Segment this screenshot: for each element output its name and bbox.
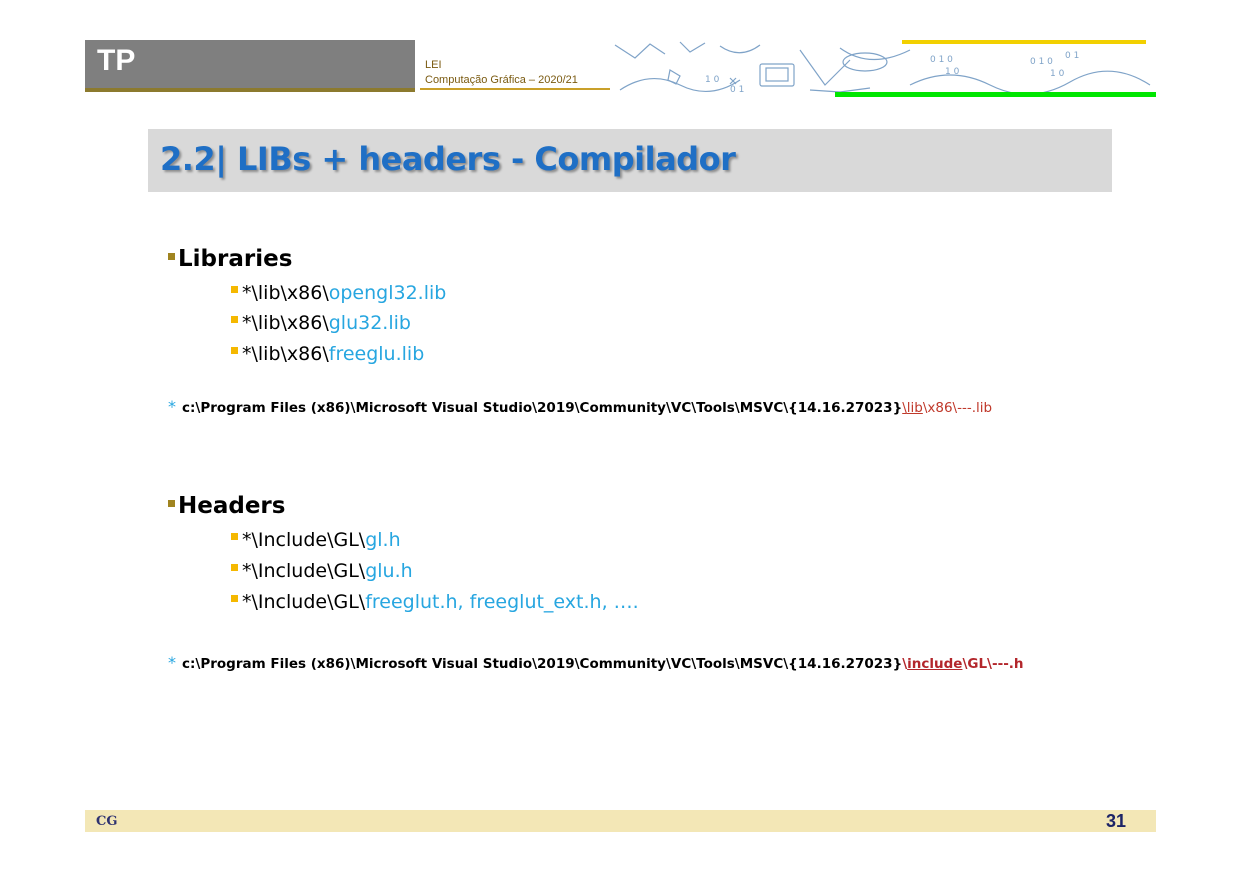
libraries-item: *\lib\x86\freeglu.lib xyxy=(231,343,424,365)
libraries-heading: Libraries xyxy=(168,246,292,272)
libraries-path-note: * c:\Program Files (x86)\Microsoft Visual… xyxy=(168,397,993,416)
libraries-item: *\lib\x86\opengl32.lib xyxy=(231,282,446,304)
svg-text:0 1: 0 1 xyxy=(730,85,744,95)
svg-text:1 0: 1 0 xyxy=(705,75,720,85)
header-course-underline xyxy=(420,88,610,90)
header-lei: LEI xyxy=(425,59,442,71)
headers-heading: Headers xyxy=(168,493,285,519)
bullet-square-icon xyxy=(231,595,238,602)
headers-path-note: * c:\Program Files (x86)\Microsoft Visual… xyxy=(168,653,1024,672)
bullet-square-icon xyxy=(231,286,238,293)
slide-title: 2.2| LIBs + headers - Compilador xyxy=(160,140,736,178)
page-number: 31 xyxy=(1106,811,1127,831)
header-tp-underline xyxy=(85,88,415,92)
header-sketch-illustration: 1 0 0 1 0 1 0 1 0 0 1 0 1 0 0 1 xyxy=(614,41,1151,95)
svg-text:1 0: 1 0 xyxy=(1050,69,1065,79)
svg-text:0 1 0: 0 1 0 xyxy=(1030,57,1053,67)
svg-text:1 0: 1 0 xyxy=(945,67,960,77)
bullet-square-icon xyxy=(168,253,175,260)
header-yellow-line xyxy=(902,40,1146,44)
headers-item: *\Include\GL\glu.h xyxy=(231,560,413,582)
bullet-square-icon xyxy=(231,533,238,540)
svg-text:0 1: 0 1 xyxy=(1065,51,1079,61)
bullet-square-icon xyxy=(231,316,238,323)
header-course: Computação Gráfica – 2020/21 xyxy=(425,74,578,86)
header-tp-label: TP xyxy=(97,44,136,77)
headers-item: *\Include\GL\gl.h xyxy=(231,529,401,551)
footer-course-code: CG xyxy=(96,814,118,829)
svg-text:0 1 0: 0 1 0 xyxy=(930,55,953,65)
bullet-square-icon xyxy=(231,564,238,571)
footer-bar xyxy=(85,810,1156,832)
headers-item: *\Include\GL\freeglut.h, freeglut_ext.h,… xyxy=(231,591,639,613)
bullet-square-icon xyxy=(168,500,175,507)
bullet-square-icon xyxy=(231,347,238,354)
header-green-line xyxy=(835,92,1156,97)
libraries-item: *\lib\x86\glu32.lib xyxy=(231,312,411,334)
